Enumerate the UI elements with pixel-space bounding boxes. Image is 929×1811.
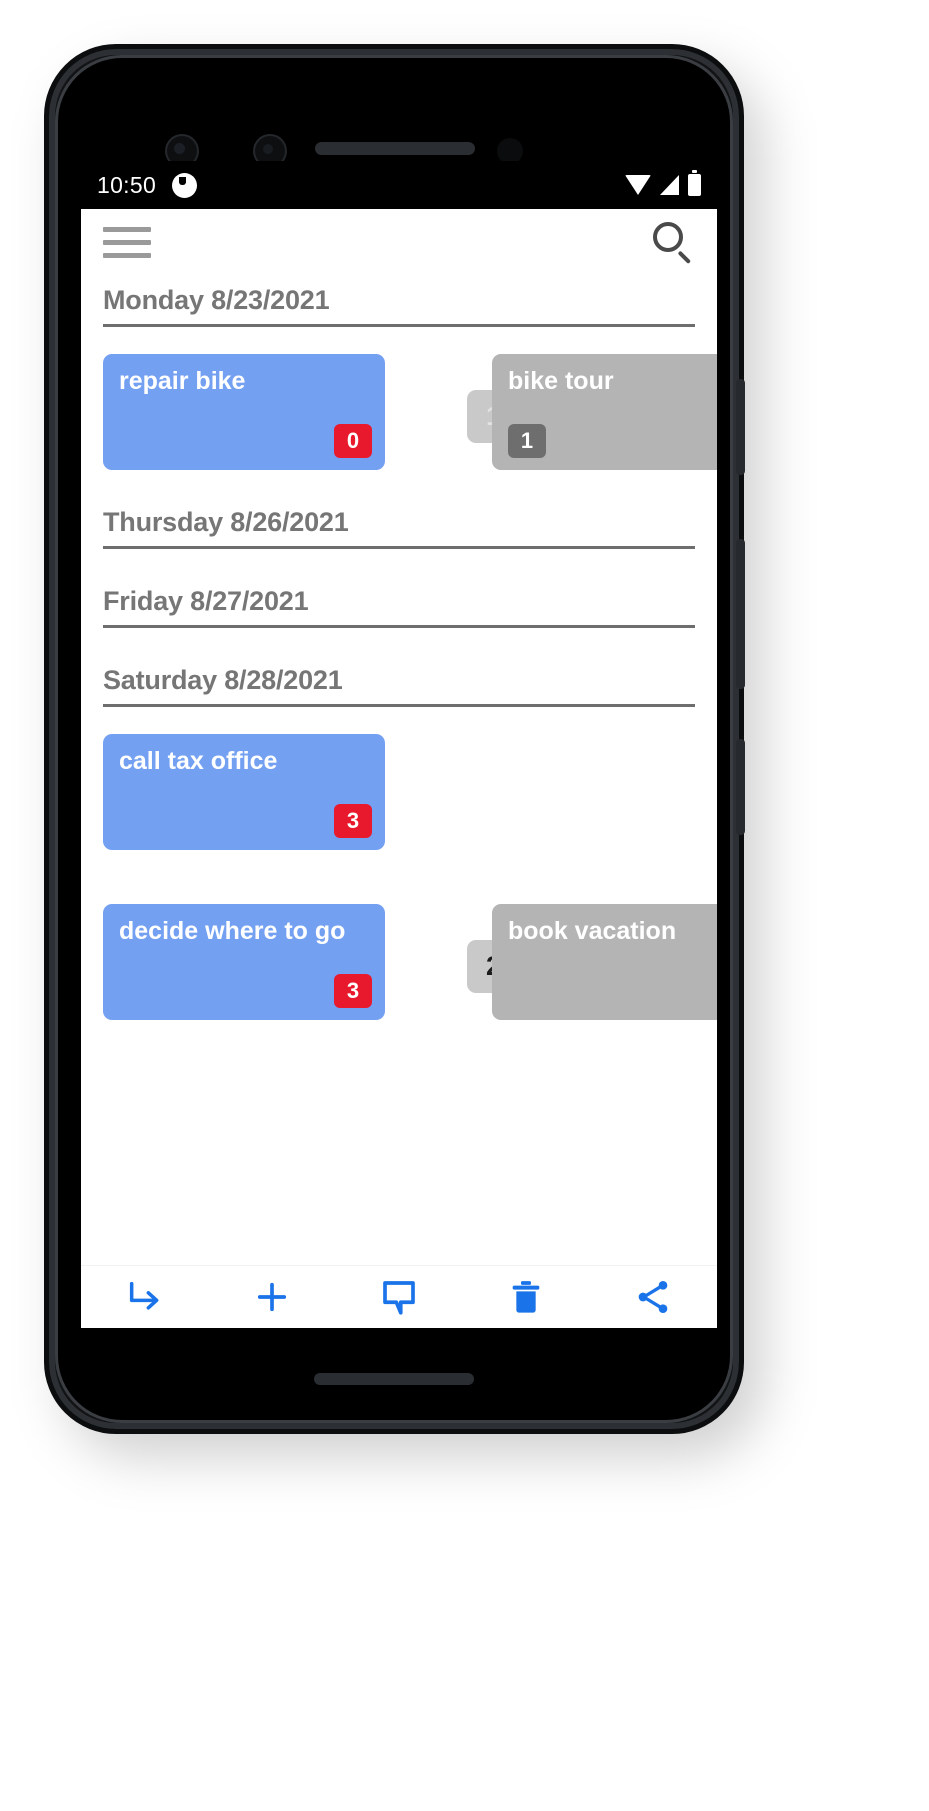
task-count-badge[interactable]: 3: [334, 974, 372, 1008]
task-row: decide where to go32book vacation: [81, 904, 717, 1020]
task-title: decide where to go: [119, 917, 346, 945]
day-header[interactable]: Friday 8/27/2021: [103, 576, 695, 628]
task-row: repair bike 0 1bike tour 1: [81, 354, 717, 470]
task-title: call tax office: [119, 747, 278, 775]
task-title: repair bike: [119, 367, 246, 395]
plus-icon[interactable]: [240, 1271, 304, 1323]
secondary-task-card[interactable]: book vacation: [492, 904, 717, 1020]
bottom-toolbar: [81, 1266, 717, 1328]
indent-arrow-icon[interactable]: [113, 1271, 177, 1323]
row-spacer: [81, 1020, 717, 1047]
battery-icon: [688, 170, 701, 196]
task-list[interactable]: Monday 8/23/2021 repair bike 0 1bike tour 1 T…: [81, 275, 717, 1266]
app-bar: [81, 209, 717, 275]
power-button[interactable]: [736, 379, 745, 475]
task-count-badge[interactable]: 0: [334, 424, 372, 458]
row-spacer: [81, 470, 717, 497]
volume-up-button[interactable]: [736, 539, 745, 689]
secondary-task-title: bike tour: [508, 367, 614, 395]
task-row: call tax office 3: [81, 734, 717, 850]
wifi-icon: [625, 175, 651, 195]
trash-icon[interactable]: [494, 1271, 558, 1323]
phone-screen: 10:50 Monday 8/23/2021repair bike01bike …: [81, 161, 717, 1328]
hamburger-menu-icon[interactable]: [103, 222, 153, 262]
clock-app-icon: [172, 172, 198, 198]
volume-down-button[interactable]: [736, 739, 745, 835]
day-header[interactable]: Saturday 8/28/2021: [103, 655, 695, 707]
task-count-badge[interactable]: 3: [334, 804, 372, 838]
secondary-task-count-badge[interactable]: 1: [508, 424, 546, 458]
phone-device-frame: 10:50 Monday 8/23/2021repair bike01bike …: [44, 44, 745, 1434]
earpiece-speaker: [315, 142, 475, 155]
signal-icon: [660, 175, 679, 195]
status-icons: [625, 170, 701, 196]
status-time: 10:50: [97, 171, 157, 198]
bottom-speaker-grille: [314, 1373, 474, 1385]
task-card[interactable]: decide where to go 3: [103, 904, 385, 1020]
day-header[interactable]: Thursday 8/26/2021: [103, 497, 695, 549]
secondary-task-card[interactable]: bike tour 1: [492, 354, 717, 470]
comment-icon[interactable]: [367, 1271, 431, 1323]
task-card[interactable]: repair bike 0: [103, 354, 385, 470]
secondary-task-title: book vacation: [508, 917, 677, 945]
status-bar: 10:50: [81, 161, 717, 209]
day-header[interactable]: Monday 8/23/2021: [103, 275, 695, 327]
search-icon[interactable]: [649, 219, 695, 265]
share-icon[interactable]: [621, 1271, 685, 1323]
row-spacer: [81, 850, 717, 877]
task-card[interactable]: call tax office 3: [103, 734, 385, 850]
